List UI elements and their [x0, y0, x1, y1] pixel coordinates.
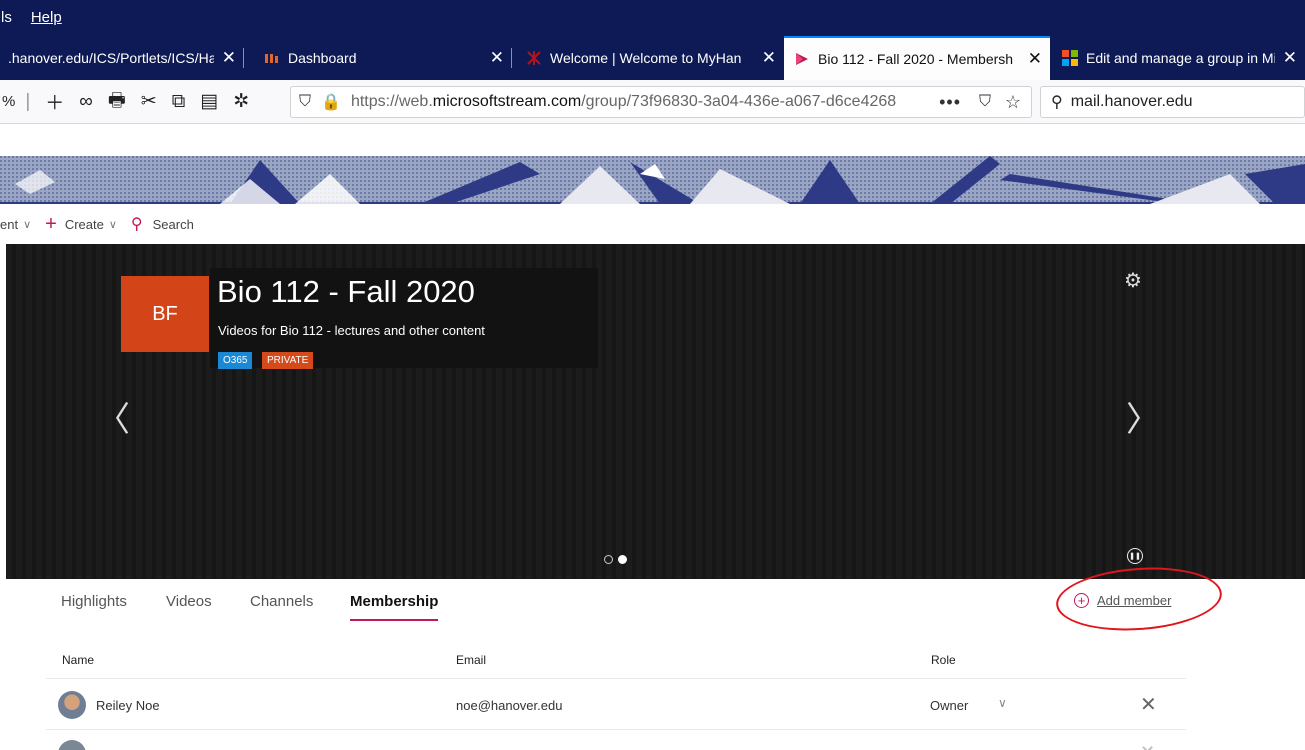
menu-tools[interactable]: ls [1, 9, 12, 26]
menu-bar: ls Help [0, 0, 1305, 36]
hanover-logo-icon [527, 51, 541, 65]
tab-label: Welcome | Welcome to MyHan [550, 50, 742, 66]
instructure-logo-icon [265, 54, 278, 63]
o365-badge: O365 [218, 352, 253, 369]
member-email: noe@hanover.edu [456, 698, 563, 713]
url-text: https://web.microsoftstream.com/group/73… [350, 93, 897, 110]
next-arrow-icon[interactable]: 〉 [1126, 392, 1160, 441]
search-input[interactable]: mail.hanover.edu [1071, 93, 1193, 111]
remove-member-icon[interactable]: ✕ [1140, 692, 1157, 717]
avatar [58, 691, 86, 719]
nav-toolbar: % | ＋ ∞ 🖶 ✂ ⧉ ▤ ✲ ⛉ 🔒 https://web.micros… [0, 80, 1305, 124]
copy-icon[interactable]: ⧉ [172, 91, 186, 113]
previous-arrow-icon[interactable]: 〈 [96, 392, 130, 441]
carousel-indicator [604, 555, 627, 564]
plus-icon: + [45, 213, 57, 235]
search-bar[interactable]: ⚲ mail.hanover.edu [1040, 86, 1305, 118]
stream-logo-icon [796, 53, 808, 65]
tab-bio112-membership[interactable]: Bio 112 - Fall 2020 - Membersh ✕ [784, 36, 1050, 80]
tab-hanover-portal[interactable]: .hanover.edu/ICS/Portlets/ICS/Ha ✕ [0, 36, 244, 80]
create-menu[interactable]: + Create ∨ [45, 214, 117, 234]
cut-icon[interactable]: ✂ [141, 90, 157, 113]
settings-sun-icon[interactable]: ✲ [233, 90, 249, 113]
member-name: Reiley Noe [96, 698, 160, 713]
microsoft-logo-icon [1062, 50, 1078, 66]
column-email: Email [456, 653, 487, 667]
menu-help[interactable]: Help [31, 9, 62, 26]
tab-videos[interactable]: Videos [166, 593, 212, 610]
tab-microsoft-docs[interactable]: Edit and manage a group in Mi ✕ [1050, 36, 1305, 80]
column-role: Role [931, 653, 956, 667]
banner-pattern [0, 156, 1305, 204]
stream-banner [0, 124, 1305, 204]
pause-icon[interactable]: ❚❚ [1127, 548, 1143, 564]
group-title: Bio 112 - Fall 2020 [217, 274, 475, 309]
search-icon: ⚲ [1051, 94, 1063, 111]
settings-gear-icon[interactable]: ⚙ [1124, 268, 1142, 293]
group-description: Videos for Bio 112 - lectures and other … [218, 323, 485, 338]
tab-label: Bio 112 - Fall 2020 - Membersh [818, 51, 1014, 67]
tab-label: Edit and manage a group in Mi [1086, 50, 1275, 66]
private-badge: PRIVATE [262, 352, 314, 369]
chevron-down-icon: ∨ [108, 218, 117, 231]
group-avatar: BF [121, 276, 209, 352]
pocket-icon[interactable]: ⛉ [979, 93, 991, 111]
carousel-dot[interactable] [604, 555, 613, 564]
url-bar[interactable]: ⛉ 🔒 https://web.microsoftstream.com/grou… [290, 86, 1032, 118]
column-name: Name [62, 653, 95, 667]
lock-icon[interactable]: 🔒 [321, 92, 341, 112]
search-button[interactable]: ⚲ Search [131, 214, 194, 234]
close-icon[interactable]: ✕ [1028, 49, 1042, 69]
remove-member-icon[interactable]: ✕ [1140, 742, 1155, 750]
page-actions-icon[interactable]: ••• [939, 92, 961, 113]
my-content-menu[interactable]: ent ∨ [0, 217, 31, 232]
close-icon[interactable]: ✕ [222, 48, 236, 68]
table-row: Reiley Noe noe@hanover.edu Owner ∨ ✕ [46, 678, 1186, 730]
bookmark-star-icon[interactable]: ☆ [1005, 92, 1021, 113]
paste-icon[interactable]: ▤ [200, 90, 218, 113]
tab-label: Dashboard [288, 50, 357, 66]
members-table-header: Name Email Role [0, 645, 1305, 675]
member-role-dropdown[interactable]: Owner [930, 698, 968, 713]
stream-nav: ent ∨ + Create ∨ ⚲ Search [0, 204, 1305, 244]
close-icon[interactable]: ✕ [762, 48, 776, 68]
tab-label: .hanover.edu/ICS/Portlets/ICS/Ha [8, 50, 214, 66]
chevron-down-icon[interactable]: ∨ [998, 696, 1007, 710]
zoom-indicator[interactable]: % [2, 93, 15, 110]
chevron-down-icon: ∨ [23, 218, 32, 231]
avatar [58, 740, 86, 750]
search-icon: ⚲ [130, 216, 143, 233]
tab-strip: .hanover.edu/ICS/Portlets/ICS/Ha ✕ Dashb… [0, 36, 1305, 80]
group-hero: BF Bio 112 - Fall 2020 Videos for Bio 11… [6, 244, 1305, 579]
add-icon[interactable]: ＋ [45, 88, 64, 115]
glasses-icon[interactable]: ∞ [79, 91, 93, 113]
close-icon[interactable]: ✕ [1283, 48, 1297, 68]
tab-channels[interactable]: Channels [250, 593, 313, 610]
tab-membership[interactable]: Membership [350, 593, 439, 621]
tab-dashboard[interactable]: Dashboard ✕ [244, 36, 512, 80]
tab-highlights[interactable]: Highlights [61, 593, 127, 610]
close-icon[interactable]: ✕ [490, 48, 504, 68]
print-icon[interactable]: 🖶 [108, 86, 126, 118]
tab-myhanover[interactable]: Welcome | Welcome to MyHan ✕ [512, 36, 784, 80]
tracking-shield-icon[interactable]: ⛉ [299, 93, 311, 111]
carousel-dot-active[interactable] [618, 555, 627, 564]
